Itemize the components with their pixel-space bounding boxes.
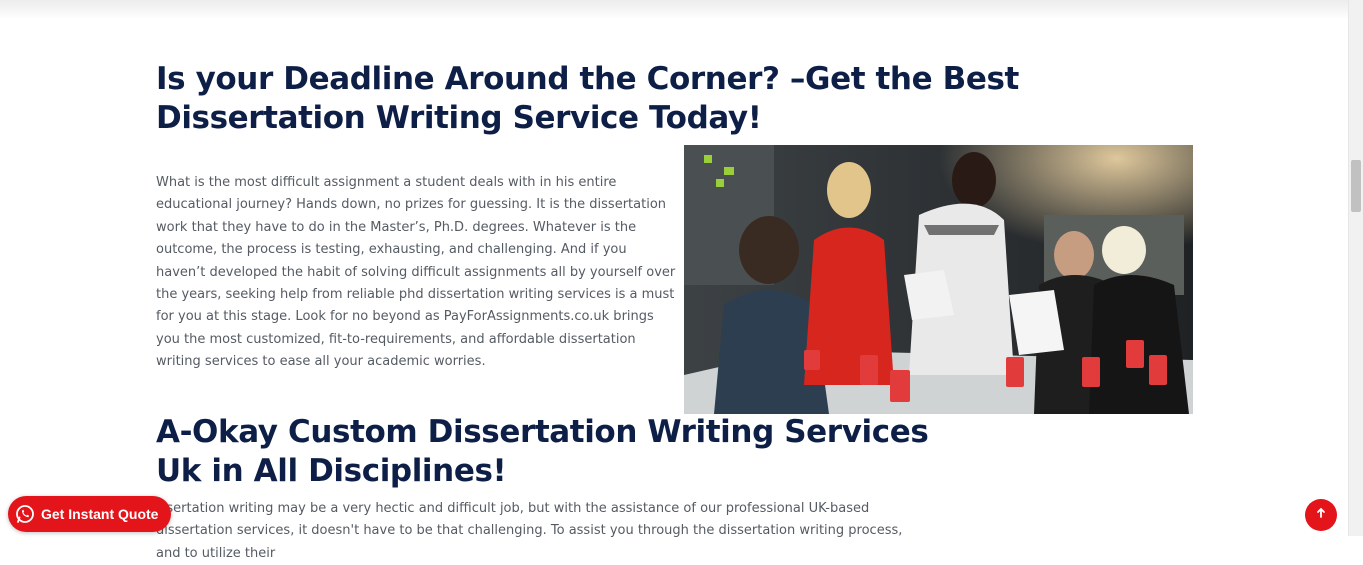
arrow-up-icon (1315, 506, 1327, 524)
section-heading-2: A-Okay Custom Dissertation Writing Servi… (156, 414, 929, 489)
get-instant-quote-button[interactable]: Get Instant Quote (8, 496, 171, 532)
scrollbar-thumb[interactable] (1351, 160, 1361, 212)
whatsapp-icon (15, 504, 35, 524)
quote-button-label: Get Instant Quote (41, 506, 159, 522)
header-shadow (0, 0, 1349, 20)
page-scrollbar[interactable] (1348, 0, 1363, 536)
section-paragraph: What is the most difficult assignment a … (156, 175, 676, 370)
section-paragraph-2: issertation writing may be a very hectic… (156, 501, 903, 561)
back-to-top-button[interactable] (1305, 499, 1337, 531)
students-photo (684, 145, 1193, 414)
section-heading: Is your Deadline Around the Corner? –Get… (156, 61, 1019, 136)
